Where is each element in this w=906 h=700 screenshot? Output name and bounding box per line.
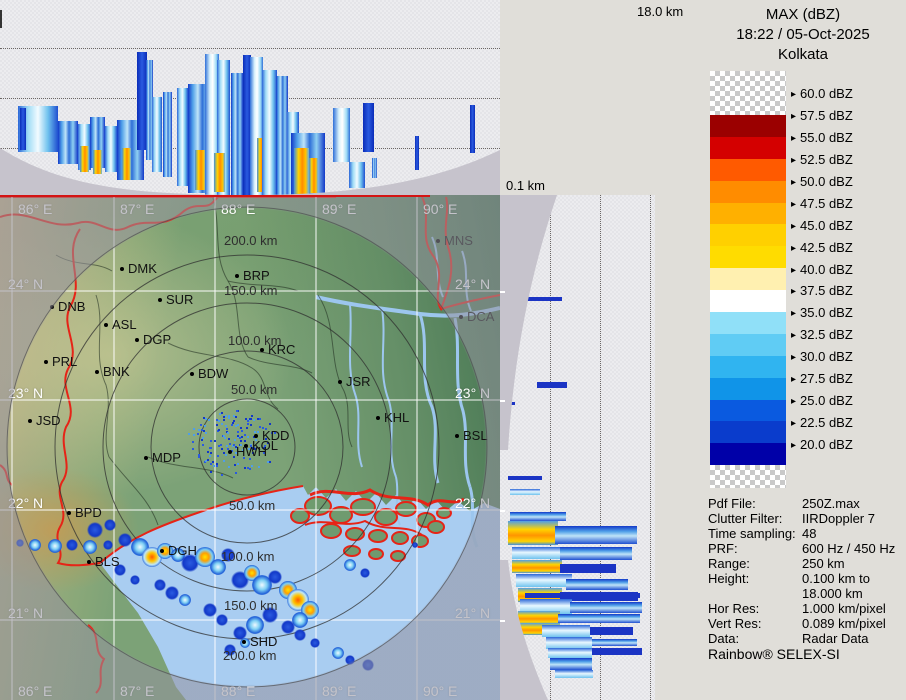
metadata-value: 0.100 km to (802, 571, 870, 586)
metadata-value: Radar Data (802, 631, 869, 646)
metadata-value: 600 Hz / 450 Hz (802, 541, 896, 556)
metadata-label: Range: (708, 556, 750, 571)
software-credit: Rainbow® SELEX-SI (708, 646, 840, 662)
metadata-value: IIRDoppler 7 (802, 511, 875, 526)
metadata-value: 1.000 km/pixel (802, 601, 886, 616)
metadata-value: 250Z.max (802, 496, 860, 511)
metadata-label: Time sampling: (708, 526, 796, 541)
metadata-label: Height: (708, 571, 750, 586)
metadata-value: 250 km (802, 556, 845, 571)
metadata-label: Hor Res: (708, 601, 760, 616)
metadata-label: Data: (708, 631, 740, 646)
metadata-label: Pdf File: (708, 496, 756, 511)
metadata-label: Clutter Filter: (708, 511, 783, 526)
metadata-value: 48 (802, 526, 817, 541)
legend-panel: MAX (dBZ) 18:22 / 05-Oct-2025 Kolkata ▸ 6… (655, 0, 906, 700)
product-metadata: Pdf File: 250Z.max Clutter Filter: IIRDoppl… (0, 0, 906, 700)
metadata-label: PRF: (708, 541, 738, 556)
metadata-value: 18.000 km (802, 586, 863, 601)
radar-application-window: 86° E86° E87° E87° E88° E88° E89° E89° E… (0, 0, 906, 700)
metadata-value: 0.089 km/pixel (802, 616, 886, 631)
metadata-label: Vert Res: (708, 616, 762, 631)
